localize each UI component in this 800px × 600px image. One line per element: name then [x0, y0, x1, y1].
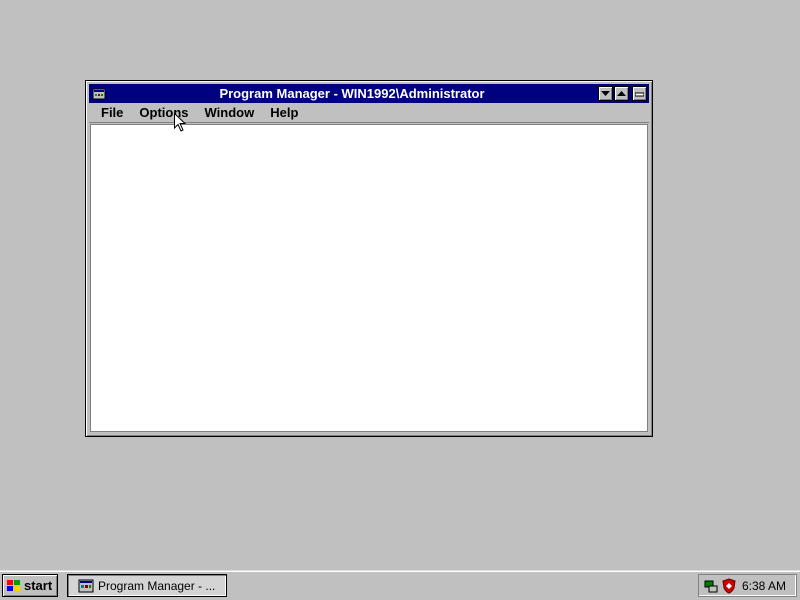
menu-file[interactable]: File [95, 104, 129, 122]
triangle-up-icon [617, 91, 626, 96]
program-manager-icon[interactable] [91, 86, 107, 101]
title-bar[interactable]: Program Manager - WIN1992\Administrator [89, 84, 649, 103]
taskbar-program-manager[interactable]: Program Manager - ... [67, 574, 227, 597]
control-button[interactable] [632, 86, 647, 101]
mouse-cursor-icon [174, 113, 187, 132]
start-button[interactable]: start [2, 574, 58, 597]
menu-window[interactable]: Window [199, 104, 261, 122]
maximize-button[interactable] [614, 86, 629, 101]
triangle-down-icon [601, 91, 610, 96]
task-label: Program Manager - ... [98, 578, 216, 593]
shield-icon[interactable] [721, 577, 737, 594]
minimize-button[interactable] [598, 86, 613, 101]
start-label: start [24, 578, 53, 593]
program-manager-window: Program Manager - WIN1992\Administrator … [85, 80, 653, 437]
system-tray: 6:38 AM [698, 574, 797, 597]
desktop: Program Manager - WIN1992\Administrator … [0, 0, 800, 570]
menu-bar: File Options Window Help [89, 103, 649, 123]
program-manager-icon [78, 579, 94, 592]
menu-help[interactable]: Help [264, 104, 304, 122]
restore-icon [635, 92, 644, 96]
windows-flag-icon [7, 579, 20, 591]
window-title: Program Manager - WIN1992\Administrator [219, 86, 485, 101]
network-icon[interactable] [703, 578, 719, 594]
window-client-area[interactable] [90, 124, 648, 432]
clock: 6:38 AM [741, 578, 786, 593]
taskbar: start Program Manager - ... 6:38 AM [0, 570, 800, 600]
